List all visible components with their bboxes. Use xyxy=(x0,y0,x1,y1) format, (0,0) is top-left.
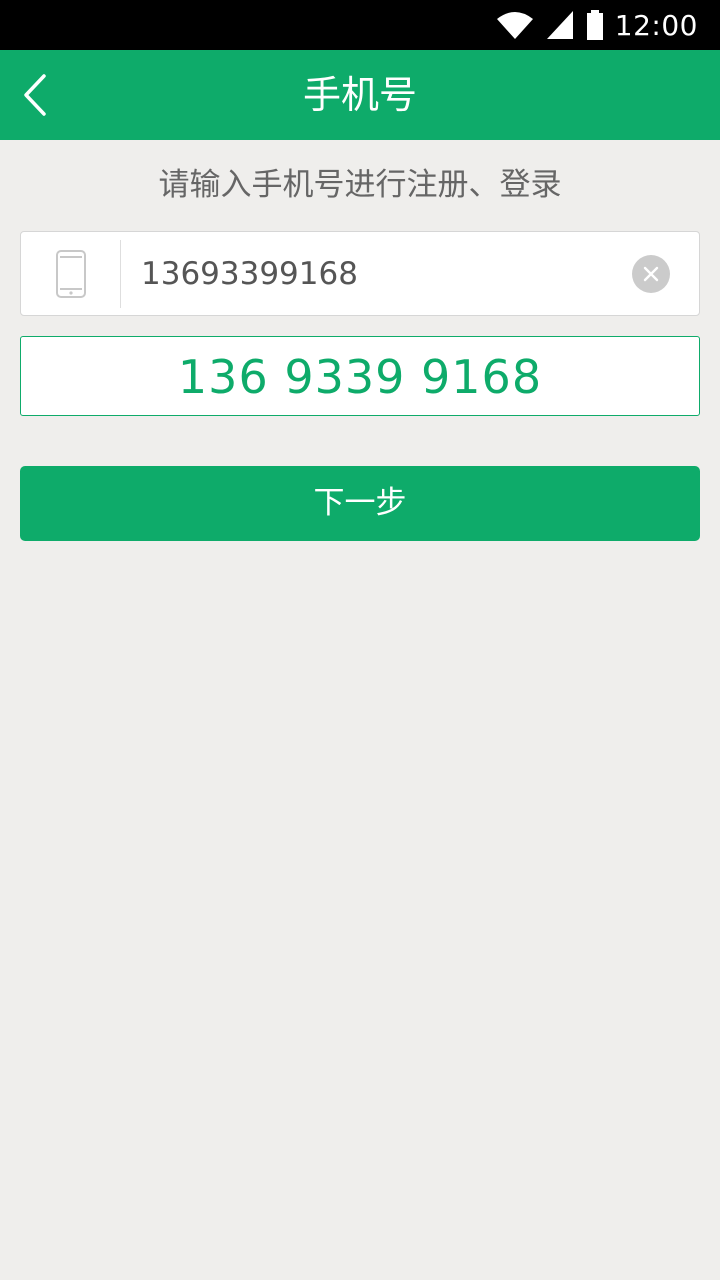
status-indicators: 12:00 xyxy=(495,0,698,50)
back-button[interactable] xyxy=(0,50,70,140)
instruction-text: 请输入手机号进行注册、登录 xyxy=(158,167,562,203)
phone-input-row xyxy=(20,231,700,316)
next-button[interactable]: 下一步 xyxy=(20,466,700,541)
clear-button[interactable] xyxy=(632,255,670,293)
divider xyxy=(120,240,121,308)
wifi-icon xyxy=(496,12,533,39)
formatted-number-display: 136 9339 9168 xyxy=(20,336,700,416)
app-bar: 手机号 xyxy=(0,50,720,140)
status-bar: 12:00 xyxy=(0,0,720,50)
status-time: 12:00 xyxy=(614,8,698,42)
battery-icon xyxy=(586,10,603,40)
formatted-number-text: 136 9339 9168 xyxy=(177,350,543,404)
phone-icon-container xyxy=(21,232,121,315)
signal-icon xyxy=(546,11,573,39)
page-title: 手机号 xyxy=(302,73,417,117)
clear-icon xyxy=(643,266,659,282)
phone-number-input[interactable] xyxy=(141,232,621,315)
mobile-phone-icon xyxy=(56,249,86,298)
chevron-left-icon xyxy=(24,74,46,116)
